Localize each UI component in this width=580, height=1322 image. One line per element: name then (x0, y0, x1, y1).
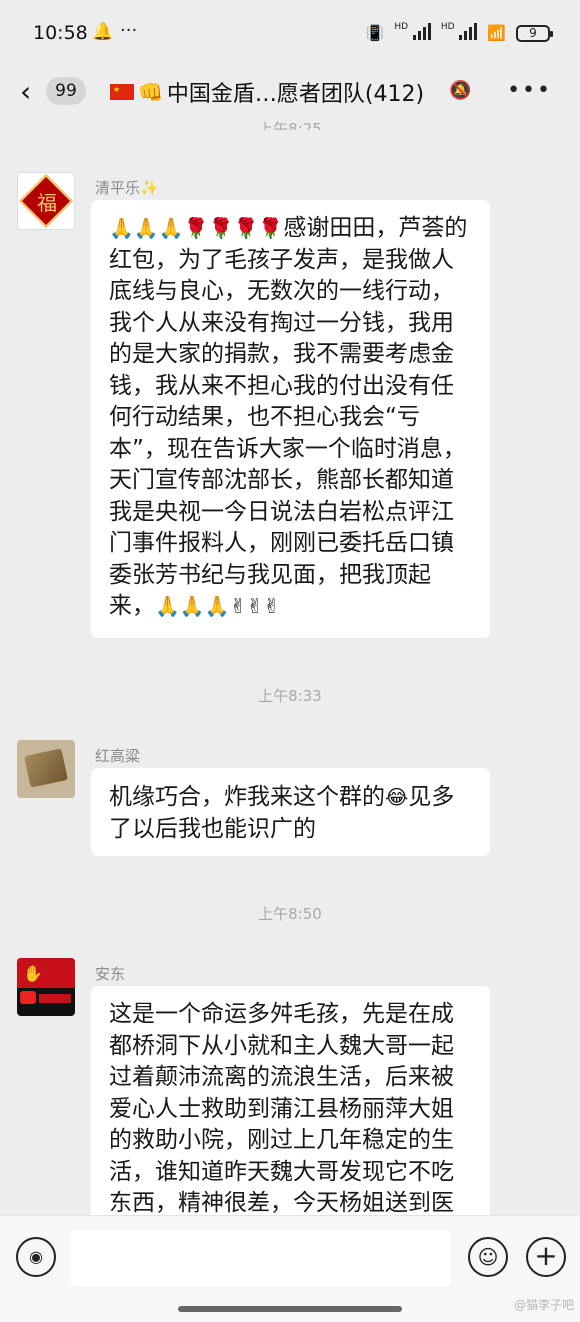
sender-name: 红高粱 (95, 747, 141, 765)
avatar[interactable]: 福 (17, 172, 75, 230)
message-text: 这是一个命运多舛毛孩，先是在成都桥洞下从小就和主人魏大哥一起过着颠沛流离的流浪生… (109, 1001, 454, 1215)
signal-icon (412, 22, 431, 40)
sender-name: 安东 (95, 965, 126, 983)
fu-character-icon: 福 (37, 191, 57, 215)
notification-bell-icon: 🔔 (92, 22, 114, 42)
avatar[interactable] (17, 740, 75, 798)
watermark: @猫李子吧 (513, 1298, 574, 1312)
more-menu-icon[interactable]: ••• (507, 78, 552, 103)
status-more: ··· (120, 20, 138, 41)
emoji-prefix: 🙏🙏🙏🌹🌹🌹🌹 (109, 216, 284, 240)
back-icon[interactable]: ‹ (20, 78, 31, 106)
message-bubble[interactable]: 这是一个命运多舛毛孩，先是在成都桥洞下从小就和主人魏大哥一起过着颠沛流离的流浪生… (91, 986, 490, 1215)
timestamp-partial: 上午8:25 (258, 120, 322, 130)
laughing-emoji-icon: 😂 (385, 785, 409, 809)
fist-icon: 👊 (138, 80, 163, 104)
network-label-right: HD (440, 22, 455, 32)
message-text: 感谢田田，芦荟的红包，为了毛孩子发声，是我做人底线与良心，无数次的一线行动，我个… (109, 215, 468, 619)
message-bubble[interactable]: 机缘巧合，炸我来这个群的😂见多了以后我也能识广的 (91, 768, 490, 856)
timestamp: 上午8:33 (258, 687, 322, 705)
home-indicator[interactable] (178, 1306, 402, 1312)
unread-badge[interactable]: 99 (46, 77, 86, 105)
vibrate-off-icon: 📳 (365, 24, 385, 42)
battery-icon: 9 (516, 24, 553, 42)
message-text-before: 机缘巧合，炸我来这个群的 (109, 784, 385, 810)
avatar[interactable]: ✋ (17, 958, 75, 1016)
message-bubble[interactable]: 🙏🙏🙏🌹🌹🌹🌹感谢田田，芦荟的红包，为了毛孩子发声，是我做人底线与良心，无数次的… (91, 200, 490, 638)
status-indicators: 📳 HD HD 📶 9 (365, 22, 553, 44)
chat-title: 中国金盾…愿者团队(412) (166, 82, 425, 107)
battery-level: 9 (529, 26, 537, 40)
timestamp: 上午8:50 (258, 905, 322, 923)
poster-bar (39, 994, 71, 1003)
emoji-icon[interactable]: ☺ (468, 1237, 508, 1277)
status-bar: 10:58 🔔 ··· 📳 HD HD 📶 9 (0, 0, 580, 66)
stamp-icon (20, 991, 36, 1004)
plus-icon[interactable]: + (526, 1237, 566, 1277)
emoji-suffix: 🙏🙏🙏✌✌✌ (155, 594, 280, 618)
wifi-icon: 📶 (487, 24, 506, 42)
network-label-left: HD (394, 22, 409, 32)
china-flag-icon (110, 84, 134, 100)
signal-icon-2 (459, 22, 478, 40)
message-input[interactable] (70, 1230, 451, 1286)
input-bar: ◉ ☺ + @猫李子吧 (0, 1215, 580, 1322)
sender-name: 清平乐✨ (95, 179, 159, 197)
chat-title-row: 👊 中国金盾…愿者团队(412) (110, 77, 424, 107)
network-hd-left: HD (394, 22, 431, 44)
status-time: 10:58 (33, 22, 88, 44)
network-hd-right: HD (440, 22, 478, 44)
book-photo-icon (24, 748, 68, 788)
voice-input-icon[interactable]: ◉ (16, 1237, 56, 1277)
mute-bell-icon: 🔕 (449, 80, 472, 101)
hand-icon: ✋ (23, 964, 43, 983)
